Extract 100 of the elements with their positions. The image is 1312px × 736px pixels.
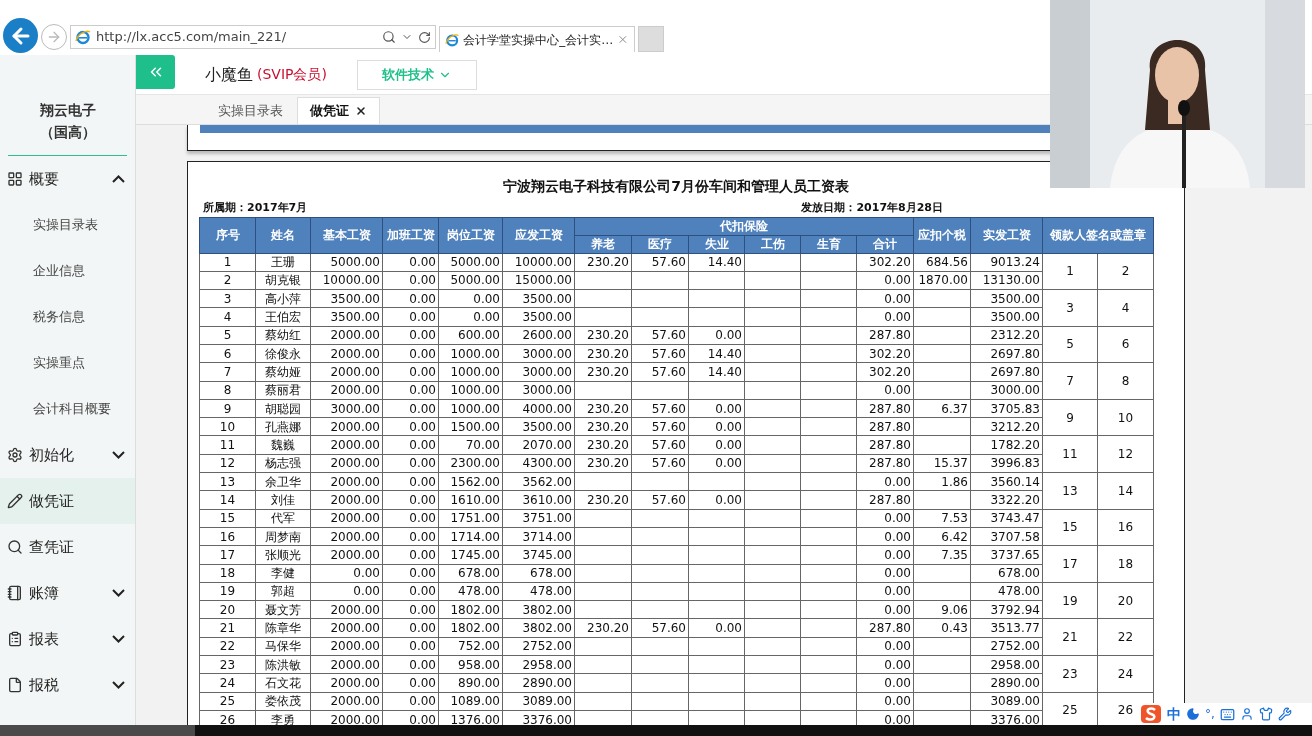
table-cell: 胡聪园 — [255, 399, 311, 418]
nav-item[interactable]: 初始化 — [0, 432, 135, 478]
nav-item[interactable]: 概要 — [0, 156, 135, 202]
nav-subitem[interactable]: 实操目录表 — [0, 202, 135, 248]
back-button[interactable] — [3, 18, 38, 53]
nav-item[interactable]: 查凭证 — [0, 524, 135, 570]
table-cell: 3560.14 — [970, 472, 1043, 491]
keyboard-icon[interactable] — [1219, 706, 1235, 722]
table-cell: 蔡幼红 — [255, 326, 311, 345]
table-cell: 18 — [199, 564, 256, 583]
table-cell: 1000.00 — [438, 362, 503, 382]
table-cell: 230.20 — [574, 326, 632, 345]
table-cell: 478.00 — [970, 582, 1043, 601]
table-cell: 2000.00 — [310, 417, 383, 436]
page-tab[interactable]: 实操目录表 — [206, 97, 295, 124]
table-cell: 0.00 — [856, 582, 914, 601]
table-cell: 0.00 — [856, 673, 914, 693]
table-cell: 3714.00 — [502, 527, 575, 546]
nav-subitem[interactable]: 实操重点 — [0, 340, 135, 386]
table-cell: 678.00 — [438, 564, 503, 583]
address-bar[interactable]: http://lx.acc5.com/main_221/ — [70, 25, 436, 49]
table-cell: 3500.00 — [502, 289, 575, 308]
table-cell: 娄依茂 — [255, 692, 311, 711]
table-cell: 3562.00 — [502, 472, 575, 491]
table-cell: 0.00 — [382, 454, 439, 473]
wrench-icon[interactable] — [1277, 707, 1292, 721]
table-cell: 6 — [1097, 326, 1154, 363]
company-name: 翔云电子（国高） — [8, 65, 127, 156]
table-cell: 2000.00 — [310, 600, 383, 619]
table-cell: 2697.80 — [970, 362, 1043, 382]
table-cell: 5 — [199, 326, 256, 345]
table-cell: 21 — [199, 618, 256, 638]
table-cell: 287.80 — [856, 454, 914, 473]
nav-icon — [7, 539, 23, 555]
table-cell: 0.00 — [382, 381, 439, 400]
table-cell: 1745.00 — [438, 545, 503, 565]
table-cell: 0.00 — [382, 527, 439, 546]
table-cell: 17 — [1042, 545, 1098, 583]
nav-subitem[interactable]: 企业信息 — [0, 248, 135, 294]
table-cell: 2958.00 — [970, 655, 1043, 674]
nav-item[interactable]: 报表 — [0, 616, 135, 662]
table-cell: 0.00 — [382, 399, 439, 418]
nav-item[interactable]: 报税 — [0, 662, 135, 708]
table-cell: 1751.00 — [438, 509, 503, 528]
user-name: 小魔鱼 — [205, 63, 253, 86]
nav-subitem[interactable]: 会计科目概要 — [0, 386, 135, 432]
close-icon[interactable] — [355, 105, 367, 117]
table-cell: 9.06 — [913, 600, 971, 619]
table-cell: 10 — [1097, 399, 1154, 436]
table-cell: 230.20 — [574, 362, 632, 382]
table-cell: 0.00 — [856, 289, 914, 308]
nav-icon — [7, 493, 23, 509]
punctuation-label[interactable]: °, — [1205, 705, 1215, 723]
table-cell: 11 — [1042, 435, 1098, 473]
table-cell: 57.60 — [631, 454, 689, 473]
table-cell: 2000.00 — [310, 509, 383, 528]
table-cell: 8 — [199, 381, 256, 400]
table-cell: 2 — [1097, 253, 1154, 290]
table-cell: 0.00 — [382, 417, 439, 436]
table-cell: 20 — [1097, 582, 1154, 619]
nav-label: 报表 — [29, 628, 60, 650]
table-cell: 2300.00 — [438, 454, 503, 473]
table-cell: 0.00 — [688, 454, 745, 473]
search-icon[interactable] — [382, 30, 396, 44]
refresh-icon[interactable] — [418, 30, 431, 44]
table-cell: 2890.00 — [502, 673, 575, 693]
moon-icon[interactable] — [1186, 707, 1200, 721]
table-cell: 石文花 — [255, 673, 311, 693]
table-cell: 0.00 — [382, 435, 439, 455]
ime-toolbar[interactable]: 中 °, — [1138, 703, 1312, 725]
table-cell: 2000.00 — [310, 692, 383, 711]
nav-label: 概要 — [29, 168, 60, 190]
nav-subitem[interactable]: 税务信息 — [0, 294, 135, 340]
table-cell: 0.00 — [856, 600, 914, 619]
table-cell: 2000.00 — [310, 618, 383, 638]
user-icon[interactable] — [1239, 707, 1254, 721]
period-label: 所属期：2017年7月 — [202, 200, 308, 216]
table-cell: 302.20 — [856, 344, 914, 363]
table-cell: 1.86 — [913, 472, 971, 491]
table-cell: 12 — [199, 454, 256, 473]
nav-item[interactable]: 账簿 — [0, 570, 135, 616]
table-cell: 3500.00 — [310, 289, 383, 308]
table-cell: 21 — [1042, 618, 1098, 656]
table-cell: 3705.83 — [970, 399, 1043, 418]
shirt-icon[interactable] — [1258, 707, 1273, 721]
nav-icon — [7, 677, 23, 693]
page-tab[interactable]: 做凭证 — [297, 97, 380, 124]
nav-item[interactable]: 做凭证 — [0, 478, 135, 524]
table-cell: 0.00 — [856, 637, 914, 656]
table-cell: 0.00 — [382, 271, 439, 290]
table-cell: 0.00 — [382, 618, 439, 638]
table-cell: 1500.00 — [438, 417, 503, 436]
nav-label: 账簿 — [29, 582, 60, 604]
browser-tab[interactable]: 会计学堂实操中心_会计实… — [439, 26, 635, 52]
column-header: 岗位工资 — [438, 217, 503, 253]
table-cell: 1610.00 — [438, 490, 503, 510]
table-cell: 230.20 — [574, 253, 632, 272]
table-cell: 0.00 — [856, 472, 914, 491]
table-cell: 胡克银 — [255, 271, 311, 290]
input-mode-label[interactable]: 中 — [1167, 703, 1181, 725]
